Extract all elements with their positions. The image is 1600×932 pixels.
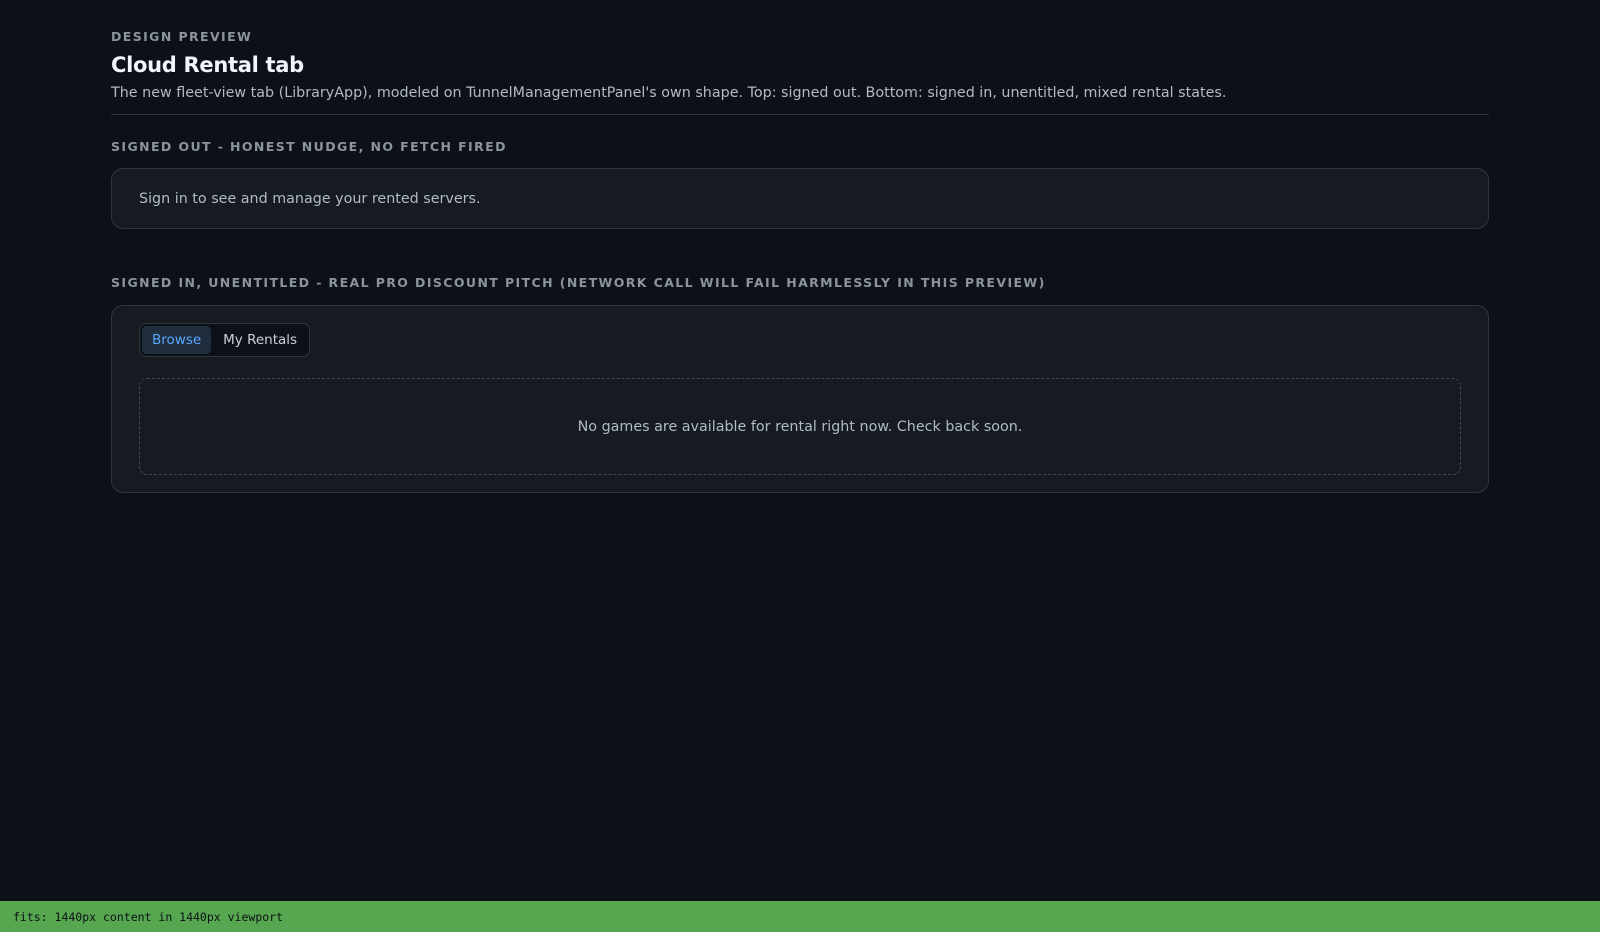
rental-tabs: Browse My Rentals <box>139 323 311 357</box>
header-divider <box>111 114 1489 115</box>
signed-out-section-label: SIGNED OUT - HONEST NUDGE, NO FETCH FIRE… <box>111 139 507 154</box>
signed-in-section-label: SIGNED IN, UNENTITLED - REAL PRO DISCOUN… <box>111 275 1046 290</box>
empty-state-box: No games are available for rental right … <box>139 378 1461 475</box>
tab-browse[interactable]: Browse <box>142 326 212 354</box>
page-subtitle: The new fleet-view tab (LibraryApp), mod… <box>111 85 1227 101</box>
tab-my-rentals[interactable]: My Rentals <box>213 326 307 354</box>
page-eyebrow: DESIGN PREVIEW <box>111 29 253 44</box>
main-content: DESIGN PREVIEW Cloud Rental tab The new … <box>111 0 1489 493</box>
signed-in-card: Browse My Rentals No games are available… <box>111 305 1489 493</box>
fit-status-bar: fits: 1440px content in 1440px viewport <box>0 901 1600 932</box>
empty-state-text: No games are available for rental right … <box>577 418 1023 435</box>
signed-out-card: Sign in to see and manage your rented se… <box>111 168 1489 229</box>
fit-status-text: fits: 1440px content in 1440px viewport <box>13 909 284 924</box>
page-title: Cloud Rental tab <box>111 53 304 77</box>
preview-page: DESIGN PREVIEW Cloud Rental tab The new … <box>0 0 1600 932</box>
sign-in-nudge-text: Sign in to see and manage your rented se… <box>139 190 481 207</box>
